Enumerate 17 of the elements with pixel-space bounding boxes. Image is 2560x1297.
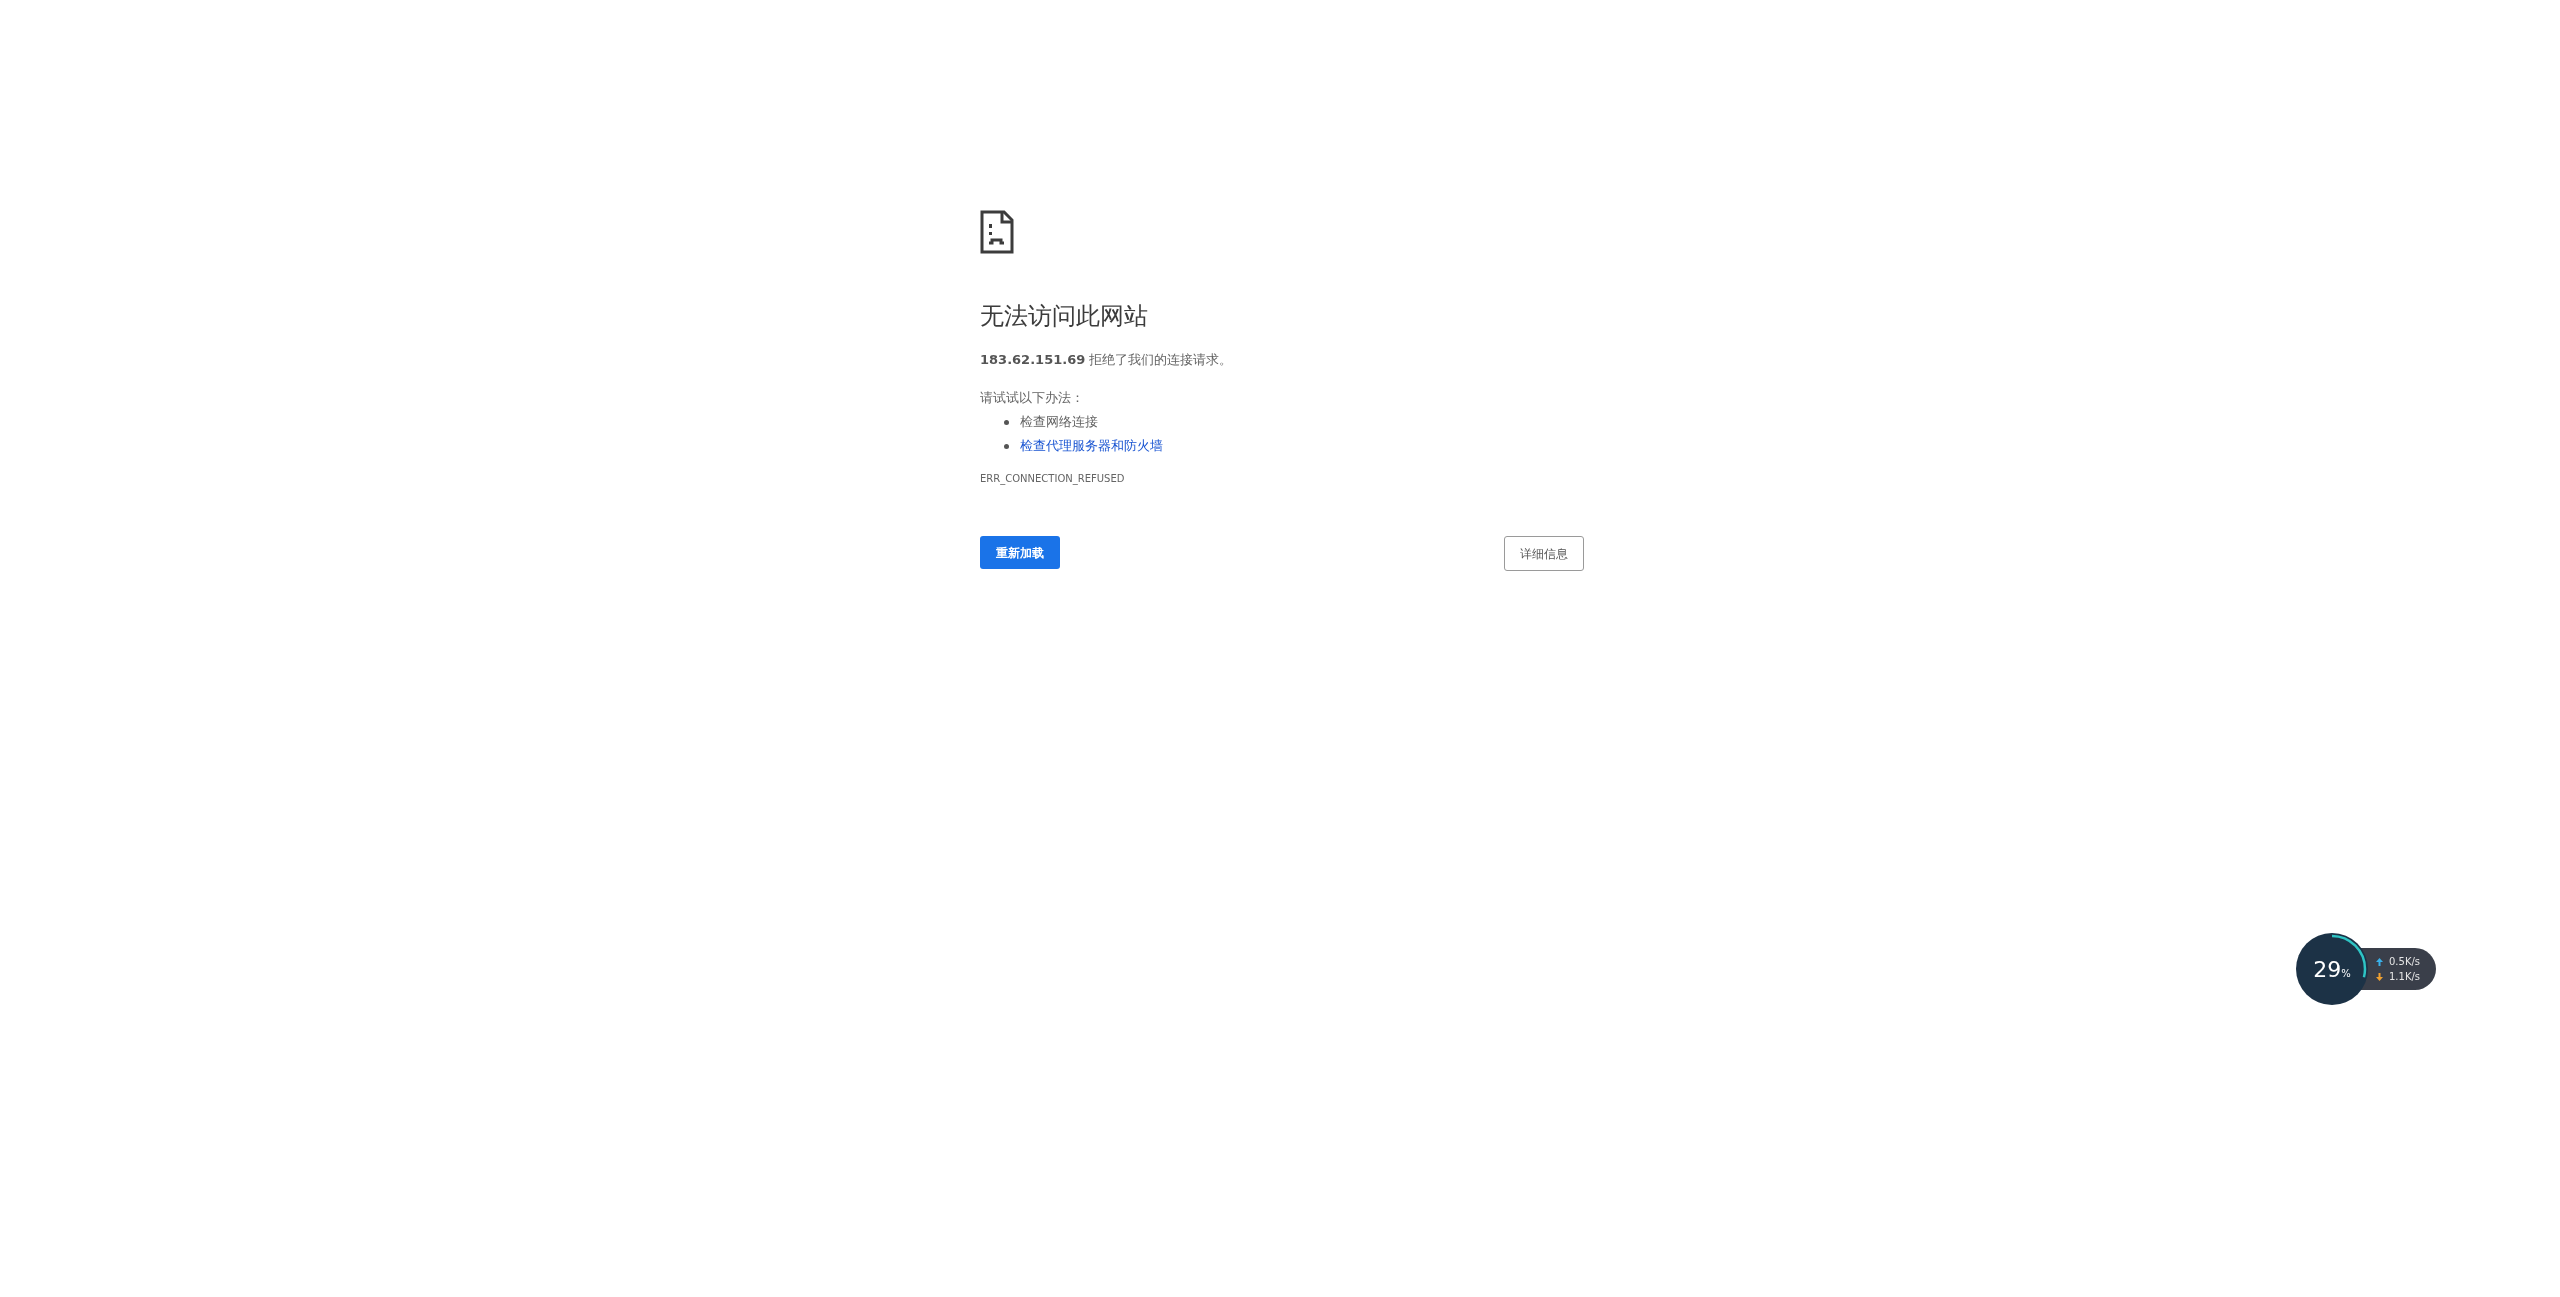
reload-button[interactable]: 重新加载	[980, 536, 1060, 569]
upload-speed: 0.5K/s	[2389, 955, 2421, 969]
bullet-icon	[1004, 419, 1009, 425]
error-message: 183.62.151.69 拒绝了我们的连接请求。	[980, 351, 1234, 369]
memory-gauge[interactable]: 29%	[2296, 933, 2368, 1005]
bullet-icon	[1004, 443, 1009, 449]
sad-page-icon	[980, 210, 1014, 254]
download-arrow-icon	[2376, 972, 2383, 981]
error-title: 无法访问此网站	[980, 301, 1149, 332]
details-button[interactable]: 详细信息	[1504, 536, 1584, 571]
suggestions-heading: 请试试以下办法：	[980, 389, 1085, 407]
error-code: ERR_CONNECTION_REFUSED	[980, 472, 1126, 486]
download-speed: 1.1K/s	[2389, 970, 2421, 984]
upload-arrow-icon	[2376, 957, 2383, 966]
suggestion-link[interactable]: 检查代理服务器和防火墙	[1020, 434, 1163, 458]
suggestion-text: 检查网络连接	[1020, 413, 1098, 431]
memory-percent: 29%	[2313, 955, 2351, 984]
